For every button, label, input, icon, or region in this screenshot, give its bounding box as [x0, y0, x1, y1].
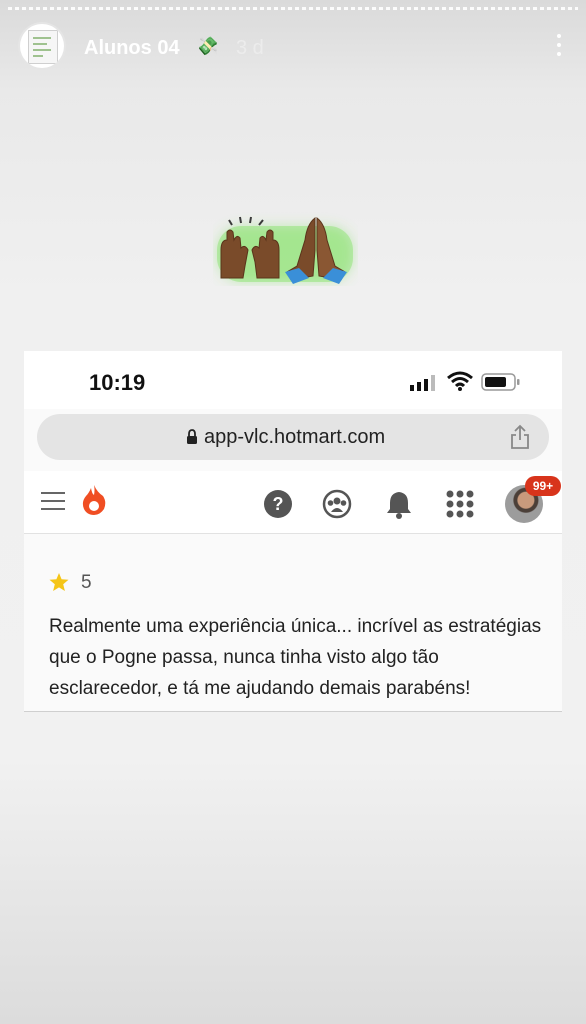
help-icon[interactable]: ? — [263, 489, 293, 519]
emoji-sticker — [213, 210, 358, 286]
story-header: Alunos 04 💸 3 d — [20, 24, 566, 70]
story-avatar[interactable] — [20, 24, 64, 68]
more-vertical-icon[interactable] — [556, 34, 562, 60]
lock-icon — [187, 429, 197, 444]
review-screenshot: 10:19 app-vlc.hotmart.com ? 99+ 5 Realme… — [24, 351, 562, 711]
browser-url-bar[interactable]: app-vlc.hotmart.com — [37, 414, 549, 460]
community-icon[interactable] — [322, 489, 352, 519]
money-emoji: 💸 — [196, 36, 219, 56]
review-rating: 5 — [81, 572, 92, 593]
battery-icon — [481, 373, 520, 391]
notification-badge: 99+ — [525, 476, 561, 496]
review-text: Realmente uma experiência única... incrí… — [49, 616, 542, 699]
svg-text:?: ? — [273, 494, 284, 514]
story-username[interactable]: Alunos 04 — [84, 37, 180, 60]
status-time: 10:19 — [89, 370, 146, 395]
wifi-icon — [447, 371, 473, 391]
signal-icon — [410, 375, 435, 391]
hotmart-logo[interactable] — [81, 484, 107, 516]
raised-hands-icon — [217, 216, 353, 284]
bell-icon[interactable] — [385, 489, 413, 519]
share-icon[interactable] — [509, 424, 531, 450]
star-icon — [49, 573, 69, 591]
story-progress-bar — [8, 7, 578, 10]
apps-grid-icon[interactable] — [445, 489, 475, 519]
story-timestamp: 3 d — [236, 37, 264, 59]
document-icon — [28, 30, 58, 64]
menu-icon[interactable] — [41, 492, 65, 510]
browser-url[interactable]: app-vlc.hotmart.com — [204, 426, 385, 449]
phone-status-bar: 10:19 — [24, 351, 562, 409]
hotmart-app-bar: ? 99+ — [24, 471, 562, 534]
